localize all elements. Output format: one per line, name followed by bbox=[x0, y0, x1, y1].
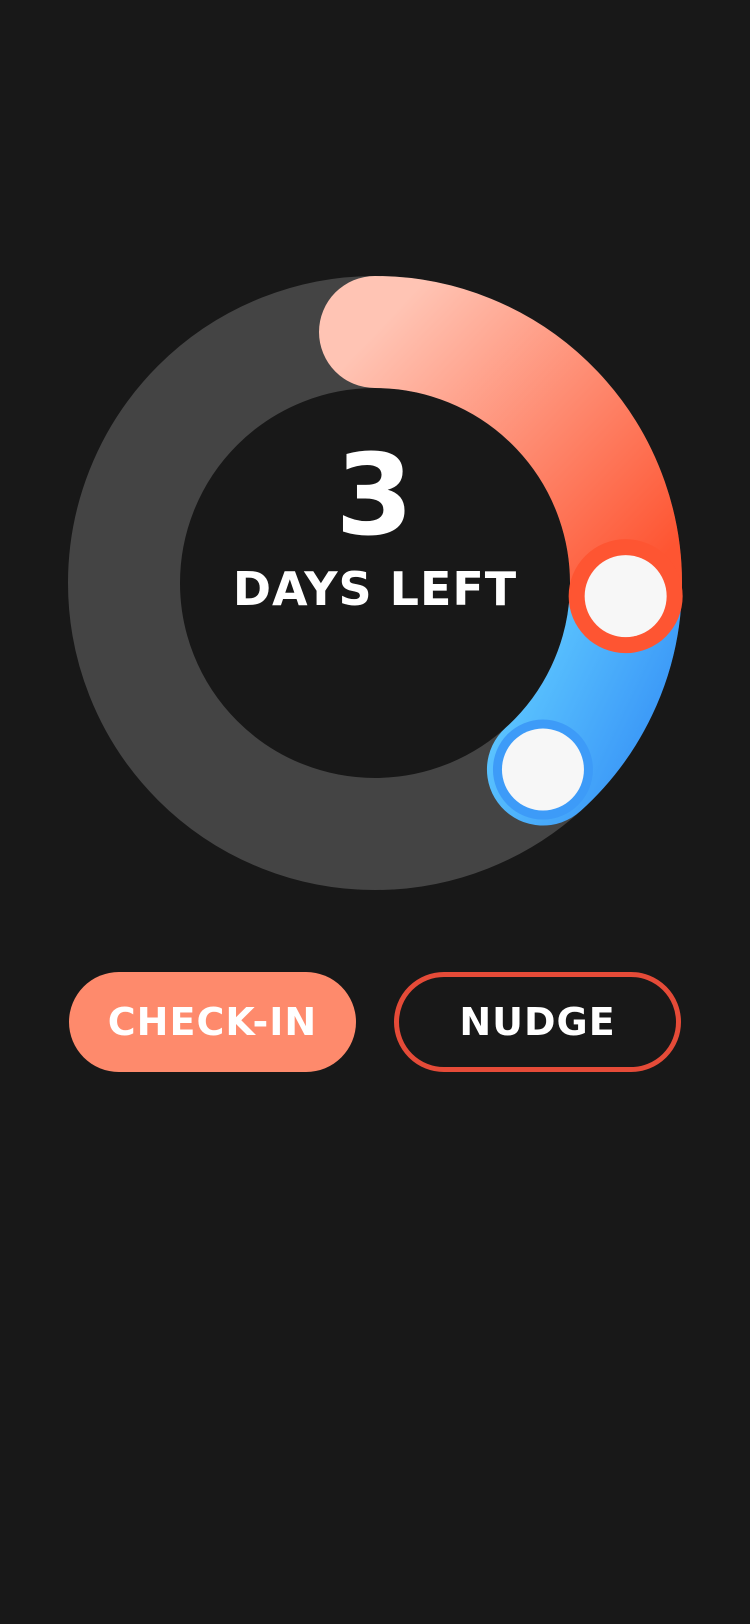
countdown-screen: 3 DAYS LEFT CHECK-IN NUDGE bbox=[0, 0, 750, 1624]
check-in-button[interactable]: CHECK-IN bbox=[69, 972, 356, 1072]
blue-handle-icon[interactable] bbox=[492, 719, 593, 820]
nudge-button[interactable]: NUDGE bbox=[394, 972, 681, 1072]
check-in-label: CHECK-IN bbox=[107, 1000, 318, 1044]
nudge-label: NUDGE bbox=[459, 1000, 616, 1044]
orange-handle-icon[interactable] bbox=[568, 539, 683, 654]
countdown-display: 3 DAYS LEFT bbox=[175, 440, 575, 616]
days-number: 3 bbox=[335, 431, 415, 561]
days-label: DAYS LEFT bbox=[232, 562, 518, 616]
progress-ring: 3 DAYS LEFT bbox=[0, 0, 750, 1000]
